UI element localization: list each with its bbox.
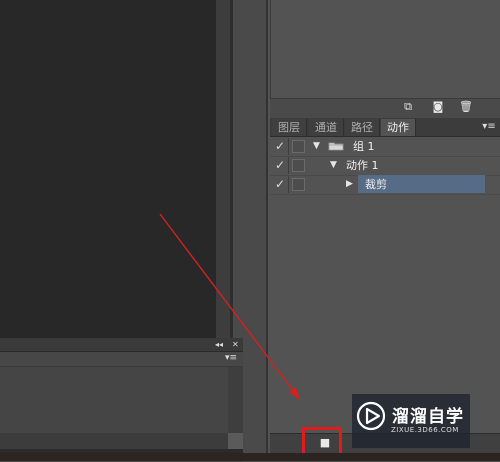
watermark-url: ZIXUE.3D66.COM	[391, 426, 459, 434]
bottom-strip	[0, 453, 500, 461]
bottom-left-panel-tabbar: ▾≡	[0, 352, 243, 367]
bottom-left-panel-body	[0, 367, 228, 433]
panel-menu-icon[interactable]: ▾≡	[480, 119, 498, 135]
tab-paths[interactable]: 路径	[345, 119, 380, 136]
document-canvas[interactable]	[0, 0, 216, 338]
scrollbar-thumb[interactable]	[228, 433, 243, 449]
play-logo-icon	[356, 401, 386, 431]
bottom-left-panel-header: ◂◂ ✕	[0, 338, 243, 352]
expand-triangle-icon[interactable]: ▼	[313, 138, 320, 155]
tab-actions[interactable]: 动作	[381, 119, 416, 136]
canvas-scrollbar[interactable]	[216, 0, 230, 338]
checkmark-icon[interactable]: ✓	[272, 157, 289, 174]
camera-icon[interactable]: ◙	[430, 100, 446, 114]
upper-panel-area	[270, 0, 500, 98]
expand-triangle-icon[interactable]: ▼	[330, 157, 337, 174]
dialog-toggle[interactable]	[292, 178, 305, 191]
tab-channels[interactable]: 通道	[309, 119, 344, 136]
dialog-toggle[interactable]	[292, 159, 305, 172]
divider	[266, 0, 268, 461]
watermark-text: 溜溜自学	[392, 407, 464, 427]
checkmark-icon[interactable]: ✓	[272, 138, 289, 155]
action-set-label: 组 1	[353, 140, 375, 153]
bottom-left-panel-footer	[0, 433, 243, 449]
panel-menu-icon[interactable]: ▾≡	[225, 352, 237, 365]
new-layer-icon[interactable]: ⧉	[400, 100, 416, 114]
collapsed-triangle-icon[interactable]: ▶	[346, 176, 353, 193]
bottom-left-panel-scrollbar[interactable]	[228, 367, 243, 433]
folder-icon	[328, 141, 344, 151]
trash-icon[interactable]: 🗑	[458, 100, 474, 114]
close-icon[interactable]: ✕	[232, 338, 239, 351]
checkmark-icon[interactable]: ✓	[272, 176, 289, 193]
collapse-icon[interactable]: ◂◂	[215, 338, 223, 351]
tab-layers[interactable]: 图层	[272, 119, 307, 136]
action-step-label: 裁剪	[365, 178, 387, 191]
action-label: 动作 1	[346, 159, 379, 172]
dialog-toggle[interactable]	[292, 140, 305, 153]
